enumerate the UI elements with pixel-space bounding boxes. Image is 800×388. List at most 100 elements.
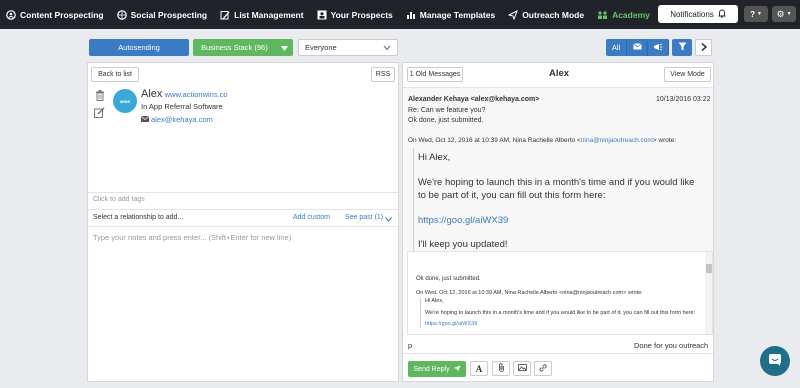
prospect-website-link[interactable]: www.actionwins.co [165,90,228,99]
bell-icon [718,9,726,20]
gear-icon: ⚙ [776,8,785,19]
status-left: p [408,341,413,350]
link-icon [539,364,547,374]
chevron-right-icon [701,42,707,53]
font-icon: A [475,363,483,374]
caret-down-icon: ▼ [756,11,762,17]
list-select-value: Business Stack (96) [201,43,268,52]
reply-quoted: Hi Alex, We're hoping to launch this in … [420,298,700,328]
chevron-down-icon[interactable] [385,215,392,224]
reply-line: Ok done, just submitted. [416,276,481,282]
nav-label: Social Prospecting [130,9,208,20]
megaphone-icon [653,43,663,53]
filter-social-button[interactable] [648,39,669,56]
status-right: Done for you outreach [634,341,709,350]
add-custom-link[interactable]: Add custom [293,214,330,221]
caret-down-icon: ▼ [786,11,792,17]
back-to-list-button[interactable]: Back to list [91,67,139,82]
help-button[interactable]: ? ▼ [744,6,768,22]
see-past-link[interactable]: See past (1) [345,214,383,221]
nav-label: Your Prospects [330,9,393,20]
message-subject: Re: Can we feature you? [408,107,486,114]
filter-all-button[interactable]: All [606,39,627,56]
avatar-label: WINS [119,98,131,104]
nav-list-management[interactable]: List Management [220,10,304,20]
quote-paragraph: We're hoping to launch this in a month's… [418,177,695,201]
message-view: Alexander Kehaya <alex@kehaya.com> 10/13… [403,88,713,251]
view-mode-label: View Mode [670,71,705,78]
reply-greeting: Hi Alex, [425,298,444,304]
settings-button[interactable]: ⚙ ▼ [772,6,796,22]
caret-down-icon [281,44,288,53]
conversation-panel: 1 Old Messages Alex View Mode Alexander … [402,62,714,382]
send-reply-button[interactable]: Send Reply [408,361,466,377]
chevron-down-icon [383,44,391,53]
paperclip-icon [498,363,505,374]
channel-filter-group: All [606,39,669,56]
tags-input[interactable]: Click to add tags [93,196,145,203]
nav-label: Content Prospecting [20,9,104,20]
help-label: ? [750,9,755,19]
quoted-message: Hi Alex, We're hoping to launch this in … [413,148,708,251]
image-icon [517,364,527,373]
nav-label: Academy [612,9,650,20]
search-person-icon [6,9,16,20]
chat-widget-button[interactable] [760,346,790,376]
envelope-icon [140,115,150,124]
quote-email-link[interactable]: nina@ninjaoutreach.com [581,137,653,144]
prospect-name: Alex [141,88,163,100]
nav-content-prospecting[interactable]: Content Prospecting [6,10,104,20]
funnel-icon [678,42,687,53]
quote-header: On Wed, Oct 12, 2016 at 10:39 AM, Nina R… [408,137,676,144]
message-body: Ok done, just submitted. [408,117,484,124]
quote-header-pre: On Wed, Oct 12, 2016 at 10:39 AM, Nina R… [408,137,581,144]
filter-email-button[interactable] [627,39,648,56]
reply-paragraph: We're hoping to launch this in a month's… [425,310,696,316]
attach-button[interactable] [492,361,510,376]
view-mode-button[interactable]: View Mode [664,67,711,82]
rss-label: RSS [375,71,391,78]
nav-academy[interactable]: Academy [597,10,650,20]
font-format-button[interactable]: A [470,361,488,376]
group-icon [597,10,608,20]
nav-your-prospects[interactable]: Your Prospects [317,10,393,20]
reply-quote-header: On Wed, Oct 12, 2016 at 10:39 AM, Nina R… [416,290,643,296]
notes-input[interactable]: Type your notes and press enter... (Shif… [93,233,291,242]
chart-icon [406,10,416,20]
relationship-select[interactable]: Select a relationship to add... [93,214,183,221]
nav-social-prospecting[interactable]: Social Prospecting [116,9,208,20]
autosending-label: Autosending [118,43,160,52]
globe-icon [116,9,127,20]
quote-header-post: > wrote: [652,137,677,144]
next-prospect-button[interactable] [695,39,712,56]
notifications-button[interactable]: Notifications [658,5,738,23]
filter-all-label: All [611,43,621,52]
quote-greeting: Hi Alex, [418,152,451,163]
list-select[interactable]: Business Stack (96) [193,39,293,56]
insert-link-button[interactable] [534,361,552,376]
nav-label: Manage Templates [419,9,496,20]
audience-select-value: Everyone [305,43,337,52]
prospect-header: Alex www.actionwins.co [141,88,228,100]
prospect-company: In App Referral Software [141,102,223,111]
nav-outreach-mode[interactable]: Outreach Mode [508,9,584,20]
scrollbar-thumb[interactable] [706,264,712,273]
filter-button[interactable] [672,39,692,56]
pencil-list-icon [220,10,230,20]
reply-scrollbar[interactable] [705,252,712,334]
insert-image-button[interactable] [513,361,531,376]
nav-manage-templates[interactable]: Manage Templates [406,10,495,20]
audience-select[interactable]: Everyone [298,39,398,56]
autosending-button[interactable]: Autosending [89,39,189,56]
edit-icon[interactable] [94,107,105,120]
send-icon [508,9,519,20]
prospect-email-link[interactable]: alex@kehaya.com [151,115,213,124]
trash-icon[interactable] [95,90,105,103]
reply-editor[interactable]: Ok done, just submitted. On Wed, Oct 12,… [407,251,713,335]
message-date: 10/13/2016 03:22 [656,96,711,103]
quote-link[interactable]: https://goo.gl/aiWX39 [418,215,708,226]
rss-button[interactable]: RSS [371,67,395,82]
prospect-email-row: alex@kehaya.com [140,115,213,124]
reply-link[interactable]: https://goo.gl/aiWX39 [425,321,700,328]
chat-icon [768,353,782,369]
